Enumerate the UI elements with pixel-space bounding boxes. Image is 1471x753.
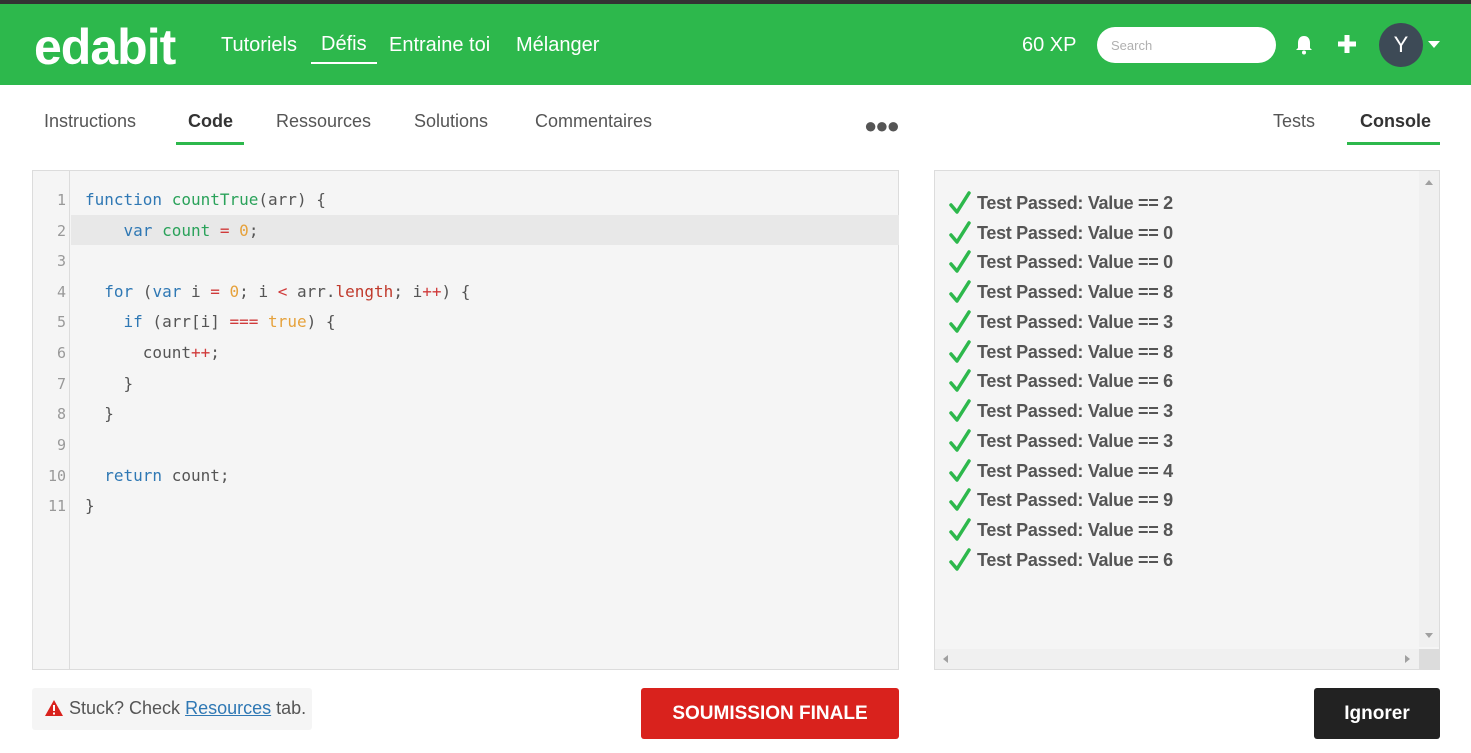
more-options-icon[interactable]: ●●● [864, 113, 900, 139]
code-line[interactable]: } [85, 496, 95, 515]
code-line[interactable]: for (var i = 0; i < arr.length; i++) { [85, 282, 470, 301]
tab-tests[interactable]: Tests [1273, 111, 1315, 132]
check-icon [949, 399, 971, 422]
code-line[interactable]: function countTrue(arr) { [85, 190, 326, 209]
nav-link-defis[interactable]: Défis [311, 33, 377, 64]
tab-code-underline [176, 142, 244, 145]
check-icon [949, 369, 971, 392]
stuck-hint-suffix: tab. [276, 698, 307, 718]
tab-instructions[interactable]: Instructions [44, 111, 136, 132]
check-icon [949, 518, 971, 541]
test-result-text: Test Passed: Value == 3 [977, 431, 1173, 451]
nav-link-melanger[interactable]: Mélanger [516, 34, 599, 57]
tab-solutions[interactable]: Solutions [414, 111, 488, 132]
stuck-hint-text: Stuck? Check Resources tab. [69, 698, 306, 719]
search-input[interactable] [1097, 27, 1276, 63]
scroll-left-icon[interactable] [943, 655, 948, 663]
test-result-text: Test Passed: Value == 6 [977, 550, 1173, 570]
scroll-right-icon[interactable] [1405, 655, 1410, 663]
plus-icon[interactable] [1337, 34, 1357, 54]
ignore-button[interactable]: Ignorer [1314, 688, 1440, 739]
line-number: 2 [56, 222, 66, 240]
code-line[interactable]: if (arr[i] === true) { [85, 312, 336, 331]
avatar[interactable]: Y [1379, 23, 1423, 67]
check-icon [949, 340, 971, 363]
code-line[interactable]: return count; [85, 466, 229, 485]
code-line[interactable]: var count = 0; [85, 221, 259, 240]
bell-icon[interactable] [1295, 35, 1313, 55]
scroll-down-icon[interactable] [1425, 633, 1433, 638]
vertical-scrollbar[interactable] [1419, 171, 1439, 647]
tab-console-underline [1347, 142, 1440, 145]
tab-commentaires[interactable]: Commentaires [535, 111, 652, 132]
tab-console[interactable]: Console [1360, 111, 1431, 132]
line-number: 3 [56, 252, 66, 270]
code-line[interactable]: count++; [85, 343, 220, 362]
test-result-text: Test Passed: Value == 8 [977, 342, 1173, 362]
line-number: 10 [47, 467, 66, 485]
code-line[interactable]: } [85, 404, 114, 423]
test-result-text: Test Passed: Value == 0 [977, 252, 1173, 272]
tab-code[interactable]: Code [188, 111, 233, 132]
check-icon [949, 459, 971, 482]
line-number: 4 [56, 283, 66, 301]
check-icon [949, 250, 971, 273]
edabit-logo[interactable]: edabit [34, 18, 176, 76]
nav-link-tutoriels[interactable]: Tutoriels [221, 34, 297, 57]
line-number: 1 [56, 191, 66, 209]
warning-icon [45, 700, 63, 716]
test-result-text: Test Passed: Value == 3 [977, 312, 1173, 332]
line-number: 7 [56, 375, 66, 393]
test-result-text: Test Passed: Value == 0 [977, 223, 1173, 243]
nav-link-entraine-toi[interactable]: Entraine toi [389, 34, 490, 57]
console-panel[interactable]: Test Passed: Value == 2 Test Passed: Val… [934, 170, 1440, 670]
check-icon [949, 429, 971, 452]
horizontal-scrollbar[interactable] [935, 649, 1419, 669]
final-submit-button[interactable]: SOUMISSION FINALE [641, 688, 899, 739]
chevron-down-icon[interactable] [1428, 41, 1440, 48]
line-gutter: 1 2 3 4 5 6 7 8 9 10 11 [33, 171, 70, 669]
line-number: 5 [56, 313, 66, 331]
test-result-text: Test Passed: Value == 6 [977, 371, 1173, 391]
scroll-up-icon[interactable] [1425, 180, 1433, 185]
resources-link[interactable]: Resources [185, 698, 271, 718]
check-icon [949, 191, 971, 214]
test-result-text: Test Passed: Value == 3 [977, 401, 1173, 421]
line-number: 8 [56, 405, 66, 423]
test-result-text: Test Passed: Value == 4 [977, 461, 1173, 481]
tab-ressources[interactable]: Ressources [276, 111, 371, 132]
test-result-text: Test Passed: Value == 2 [977, 193, 1173, 213]
test-result-text: Test Passed: Value == 9 [977, 490, 1173, 510]
check-icon [949, 221, 971, 244]
line-number: 6 [56, 344, 66, 362]
line-number: 11 [47, 497, 66, 515]
check-icon [949, 488, 971, 511]
test-result-text: Test Passed: Value == 8 [977, 520, 1173, 540]
stuck-hint: Stuck? Check Resources tab. [32, 688, 312, 730]
navbar: edabit Tutoriels Défis Entraine toi Méla… [0, 4, 1471, 85]
line-number: 9 [56, 436, 66, 454]
check-icon [949, 280, 971, 303]
code-editor[interactable]: 1 2 3 4 5 6 7 8 9 10 11 function countTr… [32, 170, 899, 670]
xp-counter: 60 XP [1022, 34, 1077, 56]
test-result-text: Test Passed: Value == 8 [977, 282, 1173, 302]
stuck-hint-prefix: Stuck? Check [69, 698, 181, 718]
scrollbar-corner [1419, 649, 1439, 669]
check-icon [949, 548, 971, 571]
check-icon [949, 310, 971, 333]
code-line[interactable]: } [85, 374, 134, 393]
